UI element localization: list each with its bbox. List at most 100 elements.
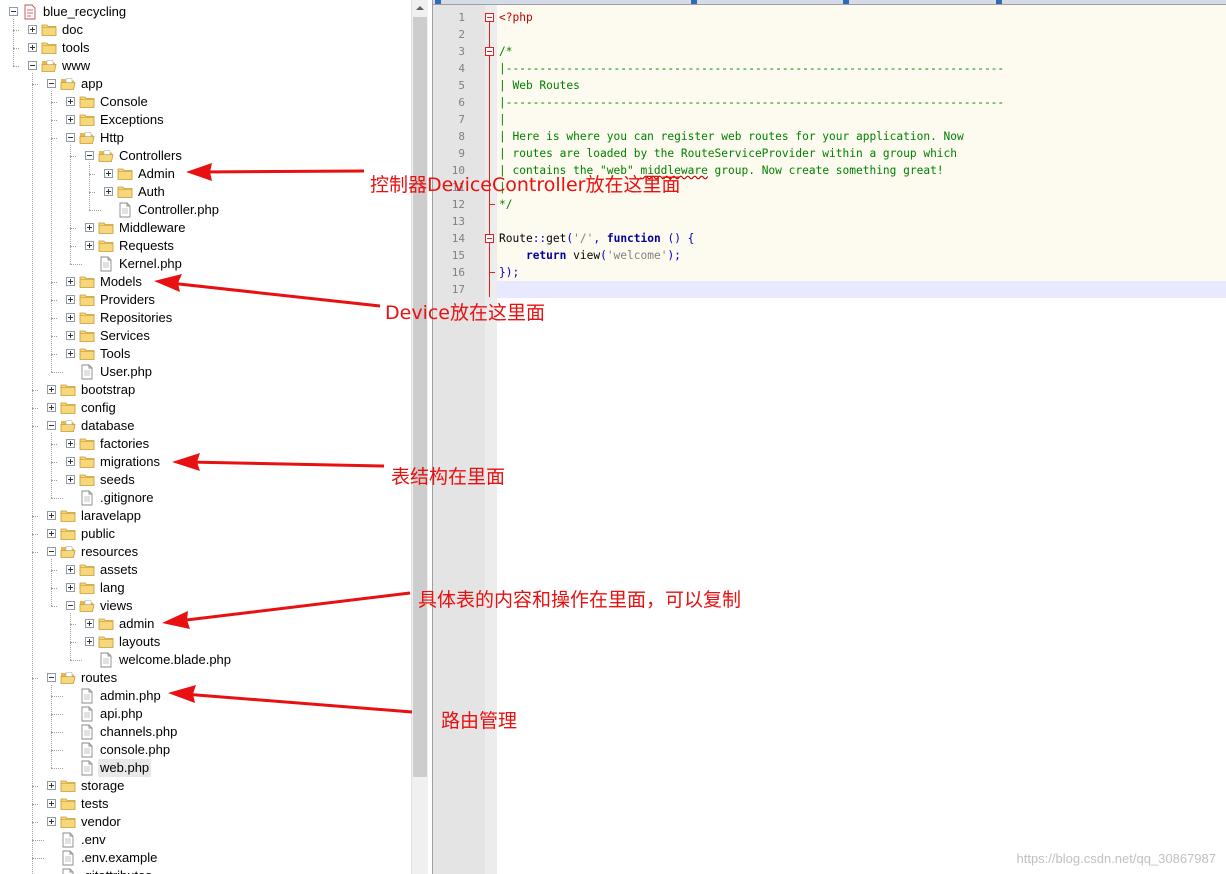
- tree-item[interactable]: doc: [0, 21, 410, 39]
- tree-item[interactable]: Admin: [0, 165, 410, 183]
- tree-item[interactable]: Http: [0, 129, 410, 147]
- code-line[interactable]: | Here is where you can register web rou…: [499, 128, 964, 145]
- tree-scrollbar[interactable]: [411, 0, 428, 874]
- expand-icon[interactable]: [66, 295, 75, 304]
- code-line[interactable]: |---------------------------------------…: [499, 60, 1004, 77]
- tree-item[interactable]: bootstrap: [0, 381, 410, 399]
- expand-icon[interactable]: [104, 169, 113, 178]
- tree-item[interactable]: User.php: [0, 363, 410, 381]
- collapse-icon[interactable]: [47, 673, 56, 682]
- tree-item[interactable]: welcome.blade.php: [0, 651, 410, 669]
- code-line[interactable]: /*: [499, 43, 512, 60]
- tree-item[interactable]: database: [0, 417, 410, 435]
- tree-item[interactable]: .env: [0, 831, 410, 849]
- expand-icon[interactable]: [28, 25, 37, 34]
- tree-item[interactable]: console.php: [0, 741, 410, 759]
- tree-item[interactable]: layouts: [0, 633, 410, 651]
- tab-icon[interactable]: [435, 0, 441, 4]
- tree-item[interactable]: Controller.php: [0, 201, 410, 219]
- tree-item[interactable]: blue_recycling: [0, 3, 410, 21]
- collapse-icon[interactable]: [47, 79, 56, 88]
- project-file-tree[interactable]: blue_recycling doc tools www app Console Excep…: [0, 0, 412, 874]
- collapse-icon[interactable]: [85, 151, 94, 160]
- collapse-icon[interactable]: [28, 61, 37, 70]
- code-line[interactable]: <?php: [499, 9, 533, 26]
- tree-item[interactable]: lang: [0, 579, 410, 597]
- code-line[interactable]: | Web Routes: [499, 77, 580, 94]
- expand-icon[interactable]: [66, 457, 75, 466]
- tree-item[interactable]: Models: [0, 273, 410, 291]
- expand-icon[interactable]: [66, 475, 75, 484]
- tree-item[interactable]: views: [0, 597, 410, 615]
- tree-item[interactable]: Controllers: [0, 147, 410, 165]
- expand-icon[interactable]: [85, 223, 94, 232]
- tree-item[interactable]: Console: [0, 93, 410, 111]
- expand-icon[interactable]: [104, 187, 113, 196]
- expand-icon[interactable]: [85, 241, 94, 250]
- collapse-icon[interactable]: [47, 547, 56, 556]
- tree-item[interactable]: channels.php: [0, 723, 410, 741]
- tree-item[interactable]: factories: [0, 435, 410, 453]
- tree-item[interactable]: routes: [0, 669, 410, 687]
- code-line[interactable]: | routes are loaded by the RouteServiceP…: [499, 145, 957, 162]
- tree-item[interactable]: config: [0, 399, 410, 417]
- tree-item[interactable]: .gitignore: [0, 489, 410, 507]
- expand-icon[interactable]: [47, 781, 56, 790]
- expand-icon[interactable]: [47, 511, 56, 520]
- tab-icon[interactable]: [996, 0, 1002, 4]
- tree-item[interactable]: Repositories: [0, 309, 410, 327]
- expand-icon[interactable]: [47, 817, 56, 826]
- tree-item[interactable]: resources: [0, 543, 410, 561]
- tree-item[interactable]: public: [0, 525, 410, 543]
- fold-toggle-icon[interactable]: [485, 13, 494, 22]
- tree-item[interactable]: .gitattributes: [0, 867, 410, 874]
- tree-item[interactable]: assets: [0, 561, 410, 579]
- collapse-icon[interactable]: [47, 421, 56, 430]
- tree-item[interactable]: vendor: [0, 813, 410, 831]
- expand-icon[interactable]: [47, 799, 56, 808]
- expand-icon[interactable]: [66, 349, 75, 358]
- scroll-up-arrow-icon[interactable]: [412, 0, 428, 17]
- tree-item[interactable]: tools: [0, 39, 410, 57]
- expand-icon[interactable]: [66, 313, 75, 322]
- fold-toggle-icon[interactable]: [485, 47, 494, 56]
- expand-icon[interactable]: [66, 115, 75, 124]
- collapse-icon[interactable]: [9, 7, 18, 16]
- tree-item[interactable]: Services: [0, 327, 410, 345]
- tree-item[interactable]: web.php: [0, 759, 410, 777]
- tree-item[interactable]: admin.php: [0, 687, 410, 705]
- expand-icon[interactable]: [66, 565, 75, 574]
- tree-item[interactable]: Requests: [0, 237, 410, 255]
- code-line[interactable]: return view('welcome');: [499, 247, 681, 264]
- expand-icon[interactable]: [85, 619, 94, 628]
- expand-icon[interactable]: [66, 277, 75, 286]
- expand-icon[interactable]: [66, 97, 75, 106]
- code-line[interactable]: */: [499, 196, 512, 213]
- expand-icon[interactable]: [66, 583, 75, 592]
- code-line[interactable]: |---------------------------------------…: [499, 94, 1004, 111]
- collapse-icon[interactable]: [66, 133, 75, 142]
- expand-icon[interactable]: [47, 403, 56, 412]
- tree-item[interactable]: tests: [0, 795, 410, 813]
- tree-item[interactable]: Auth: [0, 183, 410, 201]
- tree-item[interactable]: Middleware: [0, 219, 410, 237]
- code-line[interactable]: |: [499, 111, 506, 128]
- expand-icon[interactable]: [85, 637, 94, 646]
- scrollbar-thumb[interactable]: [413, 17, 427, 777]
- tree-item[interactable]: app: [0, 75, 410, 93]
- tree-item[interactable]: migrations: [0, 453, 410, 471]
- tree-item[interactable]: storage: [0, 777, 410, 795]
- tree-item[interactable]: Kernel.php: [0, 255, 410, 273]
- expand-icon[interactable]: [28, 43, 37, 52]
- code-line[interactable]: Route::get('/', function () {: [499, 230, 694, 247]
- expand-icon[interactable]: [47, 385, 56, 394]
- tree-item[interactable]: seeds: [0, 471, 410, 489]
- code-line[interactable]: });: [499, 264, 519, 281]
- code-editor[interactable]: 1 <?php 2 3 /* 4 |----------------------------…: [432, 0, 1226, 874]
- expand-icon[interactable]: [66, 331, 75, 340]
- expand-icon[interactable]: [66, 439, 75, 448]
- tree-item[interactable]: api.php: [0, 705, 410, 723]
- tab-icon[interactable]: [691, 0, 697, 4]
- tree-item[interactable]: .env.example: [0, 849, 410, 867]
- tree-item[interactable]: Providers: [0, 291, 410, 309]
